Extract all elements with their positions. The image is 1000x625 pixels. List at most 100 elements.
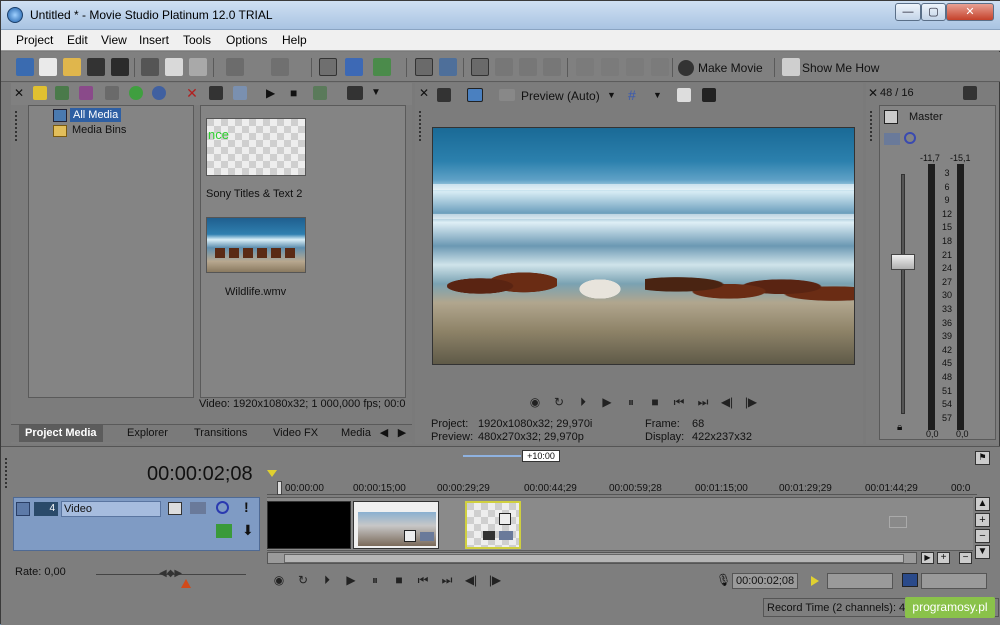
tab-video-fx[interactable]: Video FX	[267, 425, 324, 442]
marker-icon[interactable]	[626, 58, 644, 76]
loop-icon[interactable]: ↻	[551, 395, 567, 409]
video-event-black[interactable]	[267, 501, 351, 549]
close-panel-icon[interactable]: ✕	[14, 86, 26, 100]
zoom-out-track-button[interactable]: −	[975, 529, 990, 543]
cut-icon[interactable]	[141, 58, 159, 76]
scroll-right-button[interactable]: ▶	[921, 552, 934, 564]
play-from-start-icon[interactable]: ⏵	[575, 395, 591, 409]
zoom-in-track-button[interactable]: +	[975, 513, 990, 527]
track-fx-icon[interactable]	[190, 502, 206, 514]
timeline-scroll-thumb[interactable]	[284, 554, 904, 563]
panel-grip[interactable]	[870, 111, 874, 141]
envelope-icon[interactable]	[495, 58, 513, 76]
new-project-icon[interactable]	[16, 58, 34, 76]
previous-frame-icon[interactable]: ◀|	[463, 573, 479, 587]
panel-grip[interactable]	[5, 458, 9, 488]
video-output-fx-icon[interactable]	[437, 88, 451, 102]
save-snapshot-icon[interactable]	[702, 88, 716, 102]
auto-ripple-icon[interactable]	[319, 58, 337, 76]
tabs-scroll-right[interactable]: ▶	[395, 425, 409, 442]
event-generator-icon[interactable]	[483, 531, 495, 540]
playhead-marker[interactable]	[267, 470, 277, 477]
make-movie-icon[interactable]	[678, 60, 694, 76]
make-movie-button[interactable]: Make Movie	[698, 61, 763, 75]
mixer-properties-icon[interactable]	[963, 86, 977, 100]
dropdown-arrow-icon[interactable]: ▼	[607, 90, 616, 100]
master-fader-handle[interactable]	[891, 254, 915, 270]
properties-icon[interactable]	[209, 86, 223, 100]
go-to-start-icon[interactable]: ⏮	[671, 395, 687, 409]
search-icon[interactable]	[152, 86, 166, 100]
refresh-icon[interactable]	[129, 86, 143, 100]
lock-envelopes-icon[interactable]	[576, 58, 594, 76]
show-me-how-button[interactable]: Show Me How	[802, 61, 879, 75]
play-icon[interactable]: ▶	[343, 573, 359, 587]
preview-quality-dropdown[interactable]: Preview (Auto)	[521, 89, 600, 103]
scroll-down-button[interactable]: ▼	[975, 545, 990, 559]
snap-icon[interactable]	[345, 58, 363, 76]
menu-project[interactable]: Project	[16, 33, 53, 47]
capture-icon[interactable]	[55, 86, 69, 100]
overlays-grid-icon[interactable]: #	[628, 87, 636, 103]
external-monitor-icon[interactable]	[467, 88, 483, 102]
go-to-end-icon[interactable]: ⏭	[695, 395, 711, 409]
microphone-icon[interactable]: 🎙︎	[716, 573, 731, 587]
wildlife-thumbnail[interactable]	[206, 217, 306, 273]
views-dropdown-icon[interactable]: ▼	[371, 86, 381, 100]
video-track-lane[interactable]	[267, 497, 973, 551]
timeline-scrollbar[interactable]	[267, 552, 917, 564]
normal-edit-tool-icon[interactable]	[415, 58, 433, 76]
delete-icon[interactable]: ✕	[185, 86, 199, 100]
menu-help[interactable]: Help	[282, 33, 307, 47]
import-media-icon[interactable]	[33, 86, 47, 100]
timecode-display[interactable]: 00:00:02;08	[147, 463, 253, 486]
tab-media-generators[interactable]: Media	[335, 425, 377, 442]
render-icon[interactable]	[111, 58, 129, 76]
video-event-title[interactable]	[465, 501, 521, 549]
zoom-in-time-button[interactable]: +	[937, 552, 950, 564]
zoom-tool-icon[interactable]	[543, 58, 561, 76]
get-media-icon[interactable]	[79, 86, 93, 100]
master-insert-fx-icon[interactable]	[884, 133, 900, 145]
menu-insert[interactable]: Insert	[139, 33, 169, 47]
overlays-dropdown-icon[interactable]: ▼	[653, 90, 662, 100]
track-name-field[interactable]: Video	[61, 501, 161, 517]
auto-preview-icon[interactable]	[313, 86, 327, 100]
preview-quality-icon[interactable]	[499, 89, 515, 101]
zoom-out-time-button[interactable]: −	[959, 552, 972, 564]
stop-icon[interactable]: ■	[391, 573, 407, 587]
previous-frame-icon[interactable]: ◀|	[719, 395, 735, 409]
selection-start-field[interactable]	[827, 573, 893, 589]
play-icon[interactable]: ▶	[599, 395, 615, 409]
master-fader-track[interactable]	[901, 174, 905, 414]
panel-grip[interactable]	[419, 111, 423, 141]
save-icon[interactable]	[87, 58, 105, 76]
event-fx-icon[interactable]	[499, 531, 513, 540]
undo-icon[interactable]	[226, 58, 244, 76]
crossfade-icon[interactable]	[373, 58, 391, 76]
time-ruler[interactable]: 00:00:00 00:00:15;00 00:00:29;29 00:00:4…	[267, 481, 977, 495]
copy-icon[interactable]	[165, 58, 183, 76]
master-fx-icon[interactable]	[884, 110, 898, 124]
go-to-end-icon[interactable]: ⏭	[439, 573, 455, 587]
lock-icon[interactable]: 🔒︎	[897, 422, 902, 433]
cursor-position-field[interactable]: 00:00:02;08	[732, 573, 798, 589]
event-pan-crop-icon[interactable]	[404, 530, 416, 542]
stop-icon[interactable]: ■	[290, 86, 304, 100]
selection-tool-icon[interactable]	[519, 58, 537, 76]
envelope-tool-icon[interactable]	[439, 58, 457, 76]
composite-mode-icon[interactable]	[216, 524, 232, 538]
track-collapse-icon[interactable]	[16, 502, 30, 516]
stop-icon[interactable]: ■	[647, 395, 663, 409]
new-file-icon[interactable]	[39, 58, 57, 76]
go-to-start-icon[interactable]: ⏮	[415, 573, 431, 587]
selection-length-field[interactable]	[921, 573, 987, 589]
record-icon[interactable]: ◉	[271, 573, 287, 587]
region-icon[interactable]	[651, 58, 669, 76]
minimize-button[interactable]: —	[895, 3, 921, 21]
loop-region-bar[interactable]	[463, 455, 521, 457]
tabs-scroll-left[interactable]: ◀	[377, 425, 391, 442]
tree-item-media-bins[interactable]: Media Bins	[72, 124, 126, 136]
solo-track-icon[interactable]: !	[244, 499, 249, 515]
next-frame-icon[interactable]: |▶	[743, 395, 759, 409]
